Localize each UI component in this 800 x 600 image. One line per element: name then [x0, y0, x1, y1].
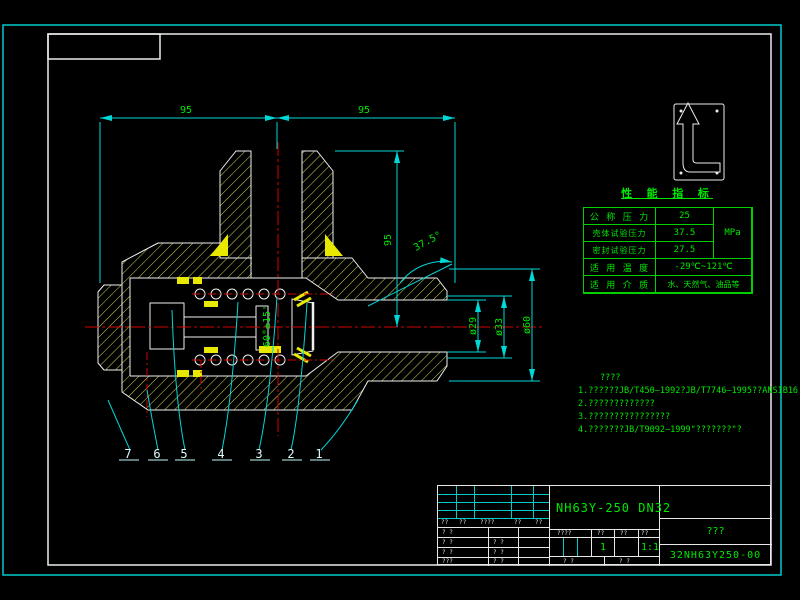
bottom-cell-right: ? ?	[619, 558, 630, 565]
technical-notes: ???? 1.??????JB/T450—1992?JB/T7746—1995?…	[578, 372, 800, 437]
spec-label-shell-test: 壳体试验压力	[584, 225, 656, 242]
spec-label-seal-test: 密封试验压力	[584, 242, 656, 259]
bottom-cell-left: ? ?	[563, 558, 574, 565]
rev-header-sign: ??	[514, 519, 522, 526]
spec-value-temperature: -29℃~121℃	[656, 259, 752, 276]
mid-header-sheet: ??	[641, 530, 649, 537]
note-line-4: 4.???????JB/T9092—1999"???????"?	[578, 425, 742, 435]
spec-label-temperature: 适 用 温 度	[584, 259, 656, 276]
frame-corner-box	[47, 33, 161, 60]
material-field: ???	[706, 526, 725, 537]
part-number-6: 6	[153, 447, 160, 461]
product-title: NH63Y-250 DN32	[556, 501, 672, 515]
dim-bore: ø29	[468, 317, 479, 335]
sig-row-4: ???	[442, 558, 453, 565]
part-number-3: 3	[255, 447, 262, 461]
spec-value-seal-test: 27.5	[656, 242, 714, 259]
cad-canvas: 95 95 95 37.5° ø29 ø33 ø60 60°±15' 7 6 5…	[0, 0, 800, 600]
sig-row-4b: ? ?	[493, 558, 504, 565]
spec-value-shell-test: 37.5	[656, 225, 714, 242]
dim-cone-angle: 60°±15'	[262, 305, 273, 347]
rev-header-doc-no: ????	[480, 519, 495, 526]
rev-header-date: ??	[535, 519, 543, 526]
mid-header-stage: ????	[557, 530, 572, 537]
part-number-1: 1	[315, 447, 322, 461]
mid-header-weight: ??	[597, 530, 605, 537]
sig-row-2b: ? ?	[493, 539, 504, 546]
spec-table: 公 称 压 力 25 MPa 壳体试验压力 37.5 密封试验压力 27.5 适…	[583, 207, 753, 294]
flow-direction-plate	[673, 101, 725, 181]
dim-outer-dia: ø60	[522, 316, 533, 334]
drawing-number: 32NH63Y250-00	[669, 550, 762, 561]
part-number-5: 5	[180, 447, 187, 461]
dim-angle: 37.5°	[412, 230, 444, 254]
quantity-value: 1	[600, 542, 607, 553]
dim-height: 95	[383, 234, 394, 246]
valve-section-view	[85, 142, 545, 436]
flow-arrow-icon	[676, 101, 721, 173]
part-number-2: 2	[287, 447, 294, 461]
mid-header-scale: ??	[620, 530, 628, 537]
title-block: ?? ?? ???? ?? ?? ? ? ? ? ? ? ??? ? ? ? ?…	[437, 485, 772, 566]
note-line-2: 2.?????????????	[578, 399, 655, 409]
scale-value: 1:1	[641, 542, 660, 553]
sig-row-1: ? ?	[442, 529, 453, 536]
rev-header-count: ??	[459, 519, 467, 526]
spec-unit: MPa	[714, 208, 752, 259]
note-line-1: 1.??????JB/T450—1992?JB/T7746—1995??ANSI…	[578, 386, 800, 396]
spec-value-medium: 水、天然气、油品等	[656, 276, 752, 293]
note-line-3: 3.????????????????	[578, 412, 671, 422]
sig-row-2: ? ?	[442, 539, 453, 546]
spec-label-nominal-pressure: 公 称 压 力	[584, 208, 656, 225]
part-number-4: 4	[217, 447, 224, 461]
spec-table-title: 性 能 指 标	[621, 187, 713, 200]
rev-header-mark: ??	[441, 519, 449, 526]
notes-title: ????	[600, 373, 621, 383]
spec-value-nominal-pressure: 25	[656, 208, 714, 225]
sig-row-3b: ? ?	[493, 549, 504, 556]
dim-length-right: 95	[358, 105, 370, 116]
part-number-7: 7	[124, 447, 131, 461]
spec-label-medium: 适 用 介 质	[584, 276, 656, 293]
dim-counterbore: ø33	[494, 318, 505, 336]
dim-length-left: 95	[180, 105, 192, 116]
sig-row-3: ? ?	[442, 549, 453, 556]
